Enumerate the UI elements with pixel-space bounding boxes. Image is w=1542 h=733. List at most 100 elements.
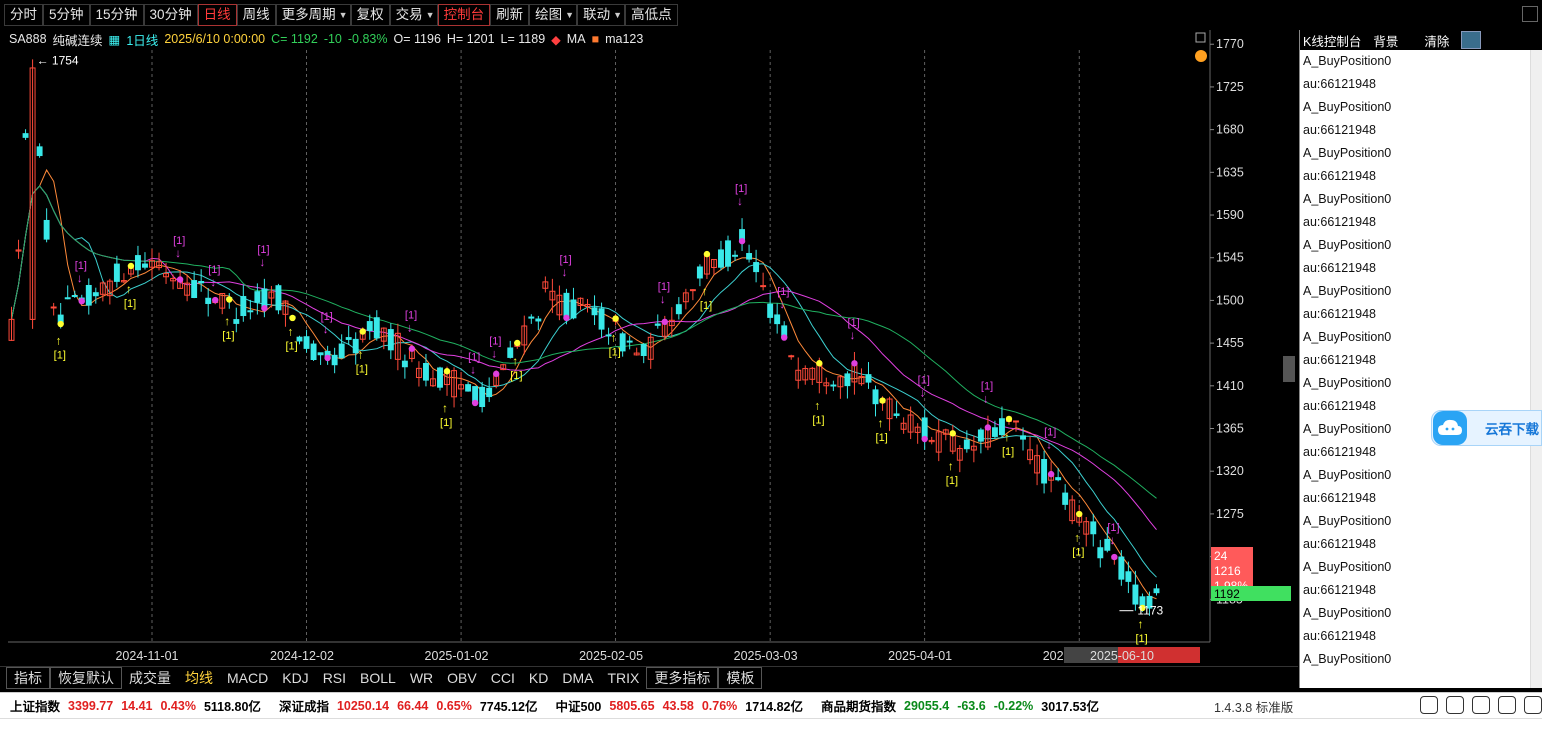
gear-icon[interactable] xyxy=(1524,696,1542,714)
clear-button[interactable]: 清除 xyxy=(1424,31,1449,50)
sell-arrow-icon: ↓ xyxy=(210,275,216,289)
candle-body xyxy=(345,337,352,340)
candle-body xyxy=(535,318,542,322)
indicator-tab-2[interactable]: 成交量 xyxy=(122,668,178,688)
y-tick-label: 1635 xyxy=(1216,165,1244,179)
bar-datetime: 2025/6/10 0:00:00 xyxy=(164,32,266,46)
console-log-entry[interactable]: au:66121948 xyxy=(1300,165,1530,188)
toolbar-item-12[interactable]: 联动 xyxy=(577,4,626,26)
toolbar-item-4[interactable]: 日线 xyxy=(197,4,237,26)
console-log-entry[interactable]: au:66121948 xyxy=(1300,211,1530,234)
user-icon[interactable] xyxy=(1446,696,1464,714)
console-log-entry[interactable]: au:66121948 xyxy=(1300,349,1530,372)
candle-body xyxy=(689,289,696,292)
toolbar-item-0[interactable]: 分时 xyxy=(4,4,43,26)
console-log-entry[interactable]: A_BuyPosition0 xyxy=(1300,602,1530,625)
toolbar-item-3[interactable]: 30分钟 xyxy=(143,4,198,26)
console-log-entry[interactable]: A_BuyPosition0 xyxy=(1300,464,1530,487)
console-log-entry[interactable]: au:66121948 xyxy=(1300,257,1530,280)
toolbar-item-1[interactable]: 5分钟 xyxy=(43,4,90,26)
toolbar-item-13[interactable]: 高低点 xyxy=(625,4,678,26)
console-log-list[interactable]: A_BuyPosition0 au:66121948 A_BuyPosition0 a… xyxy=(1300,50,1530,688)
background-button[interactable]: 背景 xyxy=(1373,31,1398,50)
toolbar-item-8[interactable]: 交易 xyxy=(389,4,438,26)
console-log-entry[interactable]: A_BuyPosition0 xyxy=(1300,326,1530,349)
console-log-entry[interactable]: A_BuyPosition0 xyxy=(1300,142,1530,165)
indicator-tab-1[interactable]: 恢复默认 xyxy=(50,666,122,689)
buy-arrow-icon: ↑ xyxy=(1004,430,1010,444)
indicator-tab-15[interactable]: 模板 xyxy=(718,666,763,689)
x-tick-label: 2025-01-02 xyxy=(425,649,489,663)
open-label: O= xyxy=(393,32,411,46)
indicator-tab-9[interactable]: OBV xyxy=(440,668,484,688)
console-log-entry[interactable]: au:66121948 xyxy=(1300,625,1530,648)
candle-body xyxy=(1125,571,1132,582)
console-log-entry[interactable]: A_BuyPosition0 xyxy=(1300,556,1530,579)
indicator-tab-11[interactable]: KD xyxy=(522,668,555,688)
indicator-tab-13[interactable]: TRIX xyxy=(600,668,646,688)
sell-dot xyxy=(212,296,219,304)
candle-body xyxy=(591,307,598,316)
candle-body xyxy=(338,343,345,359)
toolbar-item-10[interactable]: 刷新 xyxy=(490,4,530,26)
indicator-tab-7[interactable]: BOLL xyxy=(353,668,403,688)
console-log-entry[interactable]: au:66121948 xyxy=(1300,533,1530,556)
console-log-entry[interactable]: A_BuyPosition0 xyxy=(1300,280,1530,303)
buy-signal-label: [1] xyxy=(812,414,824,426)
sell-arrow-icon: ↓ xyxy=(849,328,855,342)
sell-dot xyxy=(471,399,479,407)
console-log-entry[interactable]: au:66121948 xyxy=(1300,579,1530,602)
indicator-tab-10[interactable]: CCI xyxy=(484,668,522,688)
toolbar-item-6[interactable]: 更多周期 xyxy=(275,4,351,26)
chart-canvas[interactable]: 1770 1725 1680 1635 1590 1545 1500 1455 1410 1365… xyxy=(0,30,1298,664)
sz-index-name[interactable]: 深证成指 xyxy=(279,696,329,715)
window-restore-icon[interactable] xyxy=(1522,6,1538,22)
console-log-entry[interactable]: au:66121948 xyxy=(1300,303,1530,326)
settings-icon[interactable] xyxy=(1420,696,1438,714)
indicator-tab-6[interactable]: RSI xyxy=(316,668,353,688)
candle-body xyxy=(893,413,900,416)
sell-arrow-icon: ↓ xyxy=(470,363,476,377)
console-log-entry[interactable]: A_BuyPosition0 xyxy=(1300,510,1530,533)
sell-arrow-icon: ↓ xyxy=(259,255,265,269)
indicator-tab-3[interactable]: 均线 xyxy=(178,668,220,688)
candle-body xyxy=(1020,435,1026,440)
grid-icon[interactable]: ▦ xyxy=(109,32,121,47)
console-log-entry[interactable]: A_BuyPosition0 xyxy=(1300,648,1530,671)
indicator-tab-12[interactable]: DMA xyxy=(555,668,600,688)
console-log-entry[interactable]: A_BuyPosition0 xyxy=(1300,96,1530,119)
indicator-tab-4[interactable]: MACD xyxy=(220,668,275,688)
toolbar-item-11[interactable]: 绘图 xyxy=(529,4,578,26)
console-log-entry[interactable]: A_BuyPosition0 xyxy=(1300,188,1530,211)
indicator-tab-0[interactable]: 指标 xyxy=(6,666,50,689)
indicator-tab-8[interactable]: WR xyxy=(403,668,440,688)
console-scrollbar[interactable] xyxy=(1530,50,1542,688)
buy-dot xyxy=(949,430,956,437)
toolbar-item-9[interactable]: 控制台 xyxy=(437,4,491,26)
commodity-index-name[interactable]: 商品期货指数 xyxy=(821,696,896,715)
toolbar-item-7[interactable]: 复权 xyxy=(350,4,390,26)
y-tick-label: 1680 xyxy=(1216,123,1244,137)
sh-index-name[interactable]: 上证指数 xyxy=(10,696,60,715)
toolbar-item-5[interactable]: 周线 xyxy=(236,4,276,26)
candlestick-chart[interactable]: 1770 1725 1680 1635 1590 1545 1500 1455 1410 1365… xyxy=(0,30,1298,664)
candle-body xyxy=(1013,420,1019,423)
pin-icon[interactable] xyxy=(1461,31,1482,49)
toolbar-item-2[interactable]: 15分钟 xyxy=(89,4,144,26)
zz500-name[interactable]: 中证500 xyxy=(556,696,602,715)
low-label: L= xyxy=(500,32,515,46)
indicator-tab-14[interactable]: 更多指标 xyxy=(646,666,719,689)
console-log-entry[interactable]: A_BuyPosition0 xyxy=(1300,372,1530,395)
alarm-icon[interactable] xyxy=(1498,696,1516,714)
candle-body xyxy=(247,310,254,313)
console-log-entry[interactable]: A_BuyPosition0 xyxy=(1300,234,1530,257)
buy-arrow-icon: ↑ xyxy=(442,401,448,415)
indicator-tab-5[interactable]: KDJ xyxy=(275,668,315,688)
refresh-icon[interactable] xyxy=(1472,696,1490,714)
console-log-entry[interactable]: au:66121948 xyxy=(1300,487,1530,510)
console-log-entry[interactable]: A_BuyPosition0 xyxy=(1300,50,1530,73)
cloud-download-widget[interactable]: 云吞下载 xyxy=(1431,410,1542,446)
console-log-entry[interactable]: au:66121948 xyxy=(1300,119,1530,142)
console-log-entry[interactable]: au:66121948 xyxy=(1300,73,1530,96)
buy-arrow-icon: ↑ xyxy=(512,354,518,368)
